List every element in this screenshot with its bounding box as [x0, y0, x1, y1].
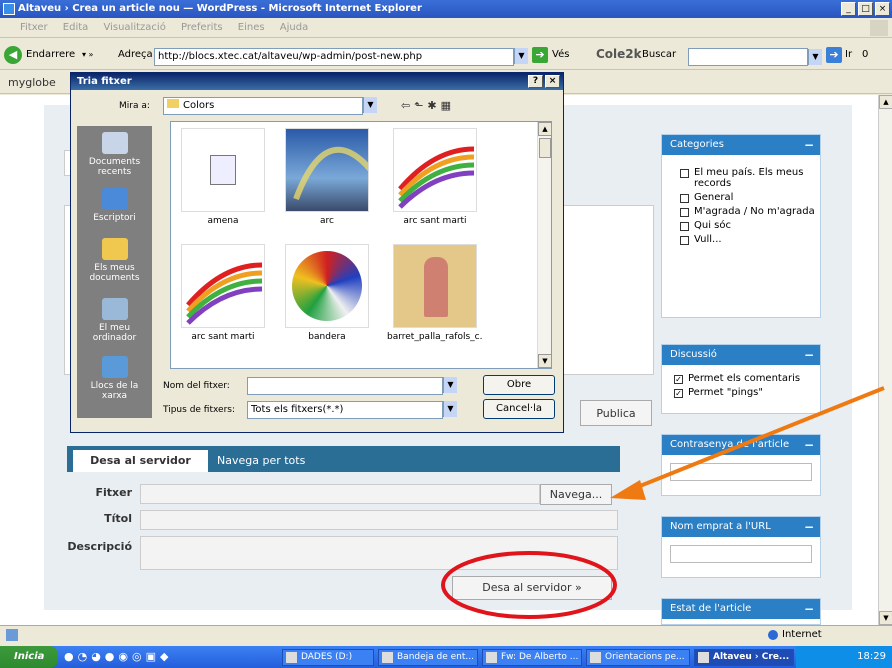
- dialog-titlebar[interactable]: Tria fitxer: [71, 73, 563, 90]
- view-menu-icon[interactable]: ▦: [441, 99, 455, 112]
- page-icon: [6, 629, 18, 641]
- taskbar: Inicia ●◔◕●◉◎▣◆ DADES (D:) Bandeja de en…: [0, 646, 892, 668]
- desktop-icon: [101, 188, 128, 210]
- word-document-icon: [590, 652, 601, 663]
- rainbow-drawing-icon: [186, 262, 263, 325]
- place-recent-documents[interactable]: Documents recents: [77, 132, 152, 177]
- file-name[interactable]: arc sant marti: [387, 216, 483, 226]
- file-name[interactable]: barret_palla_rafols_c...: [387, 332, 483, 342]
- status-bar: Internet: [0, 625, 892, 646]
- task-inbox[interactable]: Bandeja de ent...: [378, 649, 478, 666]
- file-thumbnail[interactable]: [285, 128, 369, 212]
- scroll-down-icon[interactable]: ▼: [538, 354, 552, 368]
- internet-globe-icon: [768, 630, 778, 640]
- network-places-icon: [101, 356, 128, 378]
- task-dades[interactable]: DADES (D:): [282, 649, 374, 666]
- filetype-select[interactable]: Tots els fitxers(*.*) ▼: [247, 401, 457, 419]
- scroll-thumb[interactable]: [539, 138, 551, 158]
- dialog-nav-icons[interactable]: ⇦⬑✱▦: [401, 99, 455, 112]
- security-zone: Internet: [782, 629, 822, 640]
- new-folder-icon[interactable]: ✱: [427, 99, 440, 112]
- rainbow-image-icon: [293, 146, 368, 201]
- drive-icon: [286, 652, 297, 663]
- recent-documents-icon: [101, 132, 128, 154]
- scroll-up-icon[interactable]: ▲: [538, 122, 552, 136]
- dialog-close-button[interactable]: ×: [545, 75, 560, 88]
- look-in-select[interactable]: Colors ▼: [163, 97, 377, 115]
- open-button[interactable]: Obre: [483, 375, 555, 395]
- system-tray: 18:29: [796, 646, 892, 668]
- my-computer-icon: [101, 298, 128, 320]
- look-in-label: Mira a:: [119, 101, 150, 111]
- my-documents-icon: [101, 238, 128, 260]
- task-orientacions[interactable]: Orientacions pe...: [586, 649, 690, 666]
- clock: 18:29: [857, 651, 886, 662]
- filetype-label: Tipus de fitxers:: [163, 405, 236, 415]
- place-my-documents[interactable]: Els meus documents: [77, 238, 152, 283]
- chevron-down-icon[interactable]: ▼: [363, 97, 377, 113]
- file-thumbnail[interactable]: [393, 128, 477, 212]
- task-altaveu[interactable]: Altaveu › Cre...: [694, 649, 794, 666]
- flags-globe-icon: [292, 251, 362, 321]
- file-list[interactable]: amena arc arc sant marti arc sant marti: [170, 121, 552, 369]
- file-name[interactable]: arc sant marti: [175, 332, 271, 342]
- rainbow-drawing-icon: [398, 146, 475, 209]
- file-name[interactable]: arc: [279, 216, 375, 226]
- cancel-button[interactable]: Cancel·la: [483, 399, 555, 419]
- back-icon[interactable]: ⇦: [401, 99, 414, 112]
- file-thumbnail[interactable]: [181, 244, 265, 328]
- start-button[interactable]: Inicia: [0, 646, 58, 668]
- chevron-down-icon[interactable]: ▼: [443, 377, 457, 393]
- message-icon: [486, 652, 497, 663]
- chevron-down-icon[interactable]: ▼: [443, 401, 457, 417]
- up-folder-icon[interactable]: ⬑: [414, 99, 427, 112]
- filename-input[interactable]: ▼: [247, 377, 457, 395]
- dialog-title-buttons: ? ×: [528, 75, 560, 88]
- places-bar: Documents recents Escriptori Els meus do…: [77, 126, 152, 418]
- place-my-computer[interactable]: El meu ordinador: [77, 298, 152, 343]
- place-desktop[interactable]: Escriptori: [77, 188, 152, 223]
- folder-icon: [167, 99, 179, 108]
- highlight-ellipse: [441, 551, 617, 619]
- place-network[interactable]: Llocs de la xarxa: [77, 356, 152, 401]
- file-name[interactable]: bandera: [279, 332, 375, 342]
- arrow-head-icon: [610, 480, 646, 500]
- filename-label: Nom del fitxer:: [163, 381, 230, 391]
- file-thumbnail[interactable]: [181, 128, 265, 212]
- help-button[interactable]: ?: [528, 75, 543, 88]
- quick-launch-icons[interactable]: ●◔◕●◉◎▣◆: [64, 650, 172, 663]
- task-email[interactable]: Fw: De Alberto ...: [482, 649, 582, 666]
- portrait-painting-icon: [424, 257, 448, 317]
- document-file-icon: [210, 155, 236, 185]
- dialog-title: Tria fitxer: [77, 76, 132, 87]
- mail-icon: [382, 652, 393, 663]
- file-name[interactable]: amena: [175, 216, 271, 226]
- file-list-scrollbar[interactable]: ▲ ▼: [537, 122, 552, 368]
- file-chooser-dialog: Tria fitxer ? × Mira a: Colors ▼ ⇦⬑✱▦ Do…: [70, 72, 564, 433]
- file-thumbnail[interactable]: [285, 244, 369, 328]
- pointer-arrow: [629, 386, 885, 492]
- file-thumbnail[interactable]: [393, 244, 477, 328]
- ie-icon: [698, 652, 709, 663]
